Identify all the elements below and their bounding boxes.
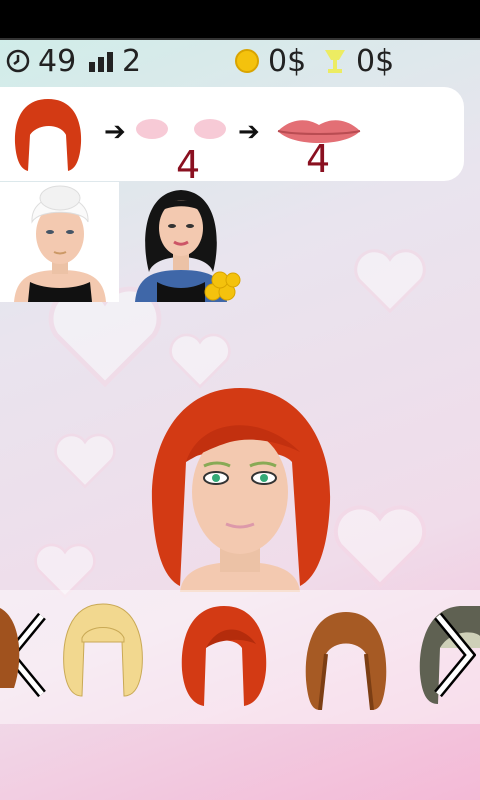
arrow-right-icon: ➔ — [104, 117, 126, 147]
lips-count: 4 — [306, 137, 331, 181]
signal-bars-icon — [89, 52, 113, 72]
coin-icon — [235, 49, 259, 73]
hair-option-red-wig[interactable] — [176, 604, 272, 710]
character-model — [151, 388, 331, 592]
hair-option-blonde-wig[interactable] — [58, 602, 148, 698]
chevron-right-icon[interactable] — [432, 612, 476, 698]
order-recipe-panel: ➔ 4 ➔ 4 — [0, 87, 464, 187]
red-wig-icon — [14, 99, 82, 171]
coins-display: 0$ — [234, 42, 306, 80]
level-display: 2 — [88, 42, 141, 80]
trophy-value: 0$ — [356, 43, 395, 79]
hair-option-braided-wig[interactable] — [300, 610, 392, 710]
coins-value: 0$ — [268, 43, 307, 79]
heart-decoration — [333, 505, 427, 588]
level-value: 2 — [122, 43, 142, 79]
coin-stack-icon — [204, 271, 241, 301]
trophy-display: 0$ — [322, 42, 394, 80]
heart-decoration — [354, 249, 426, 314]
clock-icon — [6, 49, 30, 73]
arrow-right-icon: ➔ — [238, 117, 260, 147]
system-status-bar — [0, 0, 480, 40]
timer-display: 49 — [6, 42, 76, 80]
client-card-towel[interactable] — [0, 182, 119, 302]
blush-count: 4 — [176, 143, 201, 187]
heart-decoration — [54, 433, 116, 489]
client-card-dark-hair[interactable] — [121, 182, 241, 302]
client-towel-avatar — [14, 185, 106, 302]
timer-value: 49 — [38, 43, 77, 79]
trophy-icon — [325, 50, 345, 73]
hair-option-brown-wig[interactable] — [0, 598, 24, 688]
heart-decoration — [169, 333, 231, 389]
hair-carousel — [0, 590, 480, 724]
